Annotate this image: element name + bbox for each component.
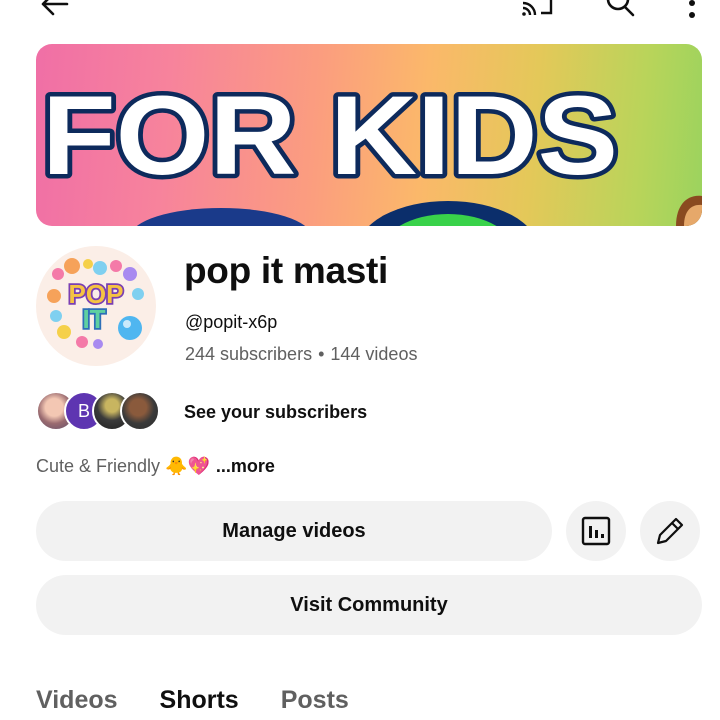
stats-separator: • [318, 344, 325, 364]
channel-stats: 244 subscribers • 144 videos [185, 344, 417, 365]
manage-videos-button[interactable]: Manage videos [36, 501, 552, 561]
tab-videos[interactable]: Videos [36, 686, 118, 715]
avatar-bubbles-artwork: POP IT [47, 258, 144, 349]
pencil-icon [656, 517, 684, 545]
video-count: 144 videos [330, 344, 418, 364]
see-subscribers-link[interactable]: See your subscribers [184, 402, 367, 423]
channel-name: pop it masti [184, 250, 389, 291]
cast-icon[interactable] [518, 0, 558, 22]
avatar-text-bottom: IT [82, 304, 105, 334]
description-text: Cute & Friendly 🐥💖 [36, 456, 210, 476]
channel-tabs: Videos Shorts Posts [36, 686, 349, 715]
back-arrow-icon[interactable] [34, 0, 74, 22]
edit-button[interactable] [640, 501, 700, 561]
analytics-button[interactable] [566, 501, 626, 561]
channel-avatar[interactable]: POP IT [36, 246, 156, 366]
subscriber-count: 244 subscribers [185, 344, 313, 364]
search-icon[interactable] [600, 0, 640, 22]
channel-banner[interactable]: FOR KIDS [36, 44, 702, 226]
banner-artwork: FOR KIDS [38, 69, 702, 226]
top-app-bar [0, 0, 720, 26]
subscriber-avatars[interactable]: B [36, 391, 160, 431]
subscriber-avatar [120, 391, 160, 431]
visit-community-button[interactable]: Visit Community [36, 575, 702, 635]
channel-description[interactable]: Cute & Friendly 🐥💖 ...more [36, 456, 275, 477]
channel-handle: @popit-x6p [185, 312, 278, 332]
more-vert-icon[interactable] [672, 0, 712, 22]
analytics-icon [581, 516, 611, 546]
more-link[interactable]: ...more [216, 456, 275, 476]
tab-shorts[interactable]: Shorts [160, 686, 239, 715]
banner-title: FOR KIDS [42, 73, 618, 198]
tab-posts[interactable]: Posts [281, 686, 349, 715]
